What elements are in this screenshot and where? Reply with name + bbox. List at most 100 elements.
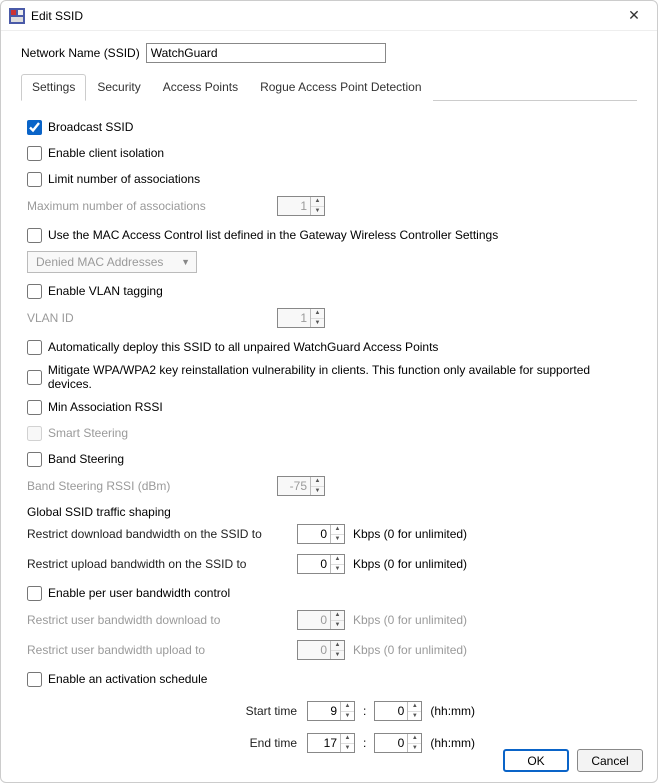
mitigate-wpa-checkbox[interactable] [27,370,42,385]
spin-up-icon[interactable]: ▲ [331,641,344,651]
spin-up-icon[interactable]: ▲ [331,555,344,565]
ok-button[interactable]: OK [503,749,569,772]
vlan-id-input[interactable] [278,309,310,327]
dl-label: Restrict download bandwidth on the SSID … [27,527,297,541]
close-icon[interactable]: ✕ [619,7,649,24]
user-dl-spin[interactable]: ▲▼ [297,610,345,630]
spin-up-icon[interactable]: ▲ [311,477,324,487]
spin-down-icon[interactable]: ▼ [341,712,354,721]
max-assoc-label: Maximum number of associations [27,199,277,213]
spin-up-icon[interactable]: ▲ [311,309,324,319]
spin-up-icon[interactable]: ▲ [331,525,344,535]
band-rssi-label: Band Steering RSSI (dBm) [27,479,277,493]
tab-rogue-detection[interactable]: Rogue Access Point Detection [249,74,432,101]
ul-suffix: Kbps (0 for unlimited) [353,557,467,571]
band-rssi-spin[interactable]: ▲▼ [277,476,325,496]
time-colon: : [363,736,366,750]
limit-assoc-label: Limit number of associations [48,172,200,186]
user-dl-input[interactable] [298,611,330,629]
vlan-tagging-label: Enable VLAN tagging [48,284,163,298]
mitigate-wpa-label: Mitigate WPA/WPA2 key reinstallation vul… [48,363,631,391]
start-time-label: Start time [27,704,307,718]
broadcast-ssid-label: Broadcast SSID [48,120,133,134]
spin-down-icon[interactable]: ▼ [341,744,354,753]
spin-down-icon[interactable]: ▼ [311,487,324,496]
tab-access-points[interactable]: Access Points [152,74,249,101]
spin-up-icon[interactable]: ▲ [341,734,354,744]
user-ul-input[interactable] [298,641,330,659]
start-mm-input[interactable] [375,702,407,720]
end-hh-input[interactable] [308,734,340,752]
time-colon: : [363,704,366,718]
activation-schedule-label: Enable an activation schedule [48,672,207,686]
app-icon [9,8,25,24]
user-ul-suffix: Kbps (0 for unlimited) [353,643,467,657]
broadcast-ssid-checkbox[interactable] [27,120,42,135]
band-rssi-input[interactable] [278,477,310,495]
spin-up-icon[interactable]: ▲ [331,611,344,621]
min-rssi-checkbox[interactable] [27,400,42,415]
ul-spin[interactable]: ▲▼ [297,554,345,574]
max-assoc-spin[interactable]: ▲▼ [277,196,325,216]
user-dl-label: Restrict user bandwidth download to [27,613,297,627]
ul-input[interactable] [298,555,330,573]
spin-up-icon[interactable]: ▲ [408,702,421,712]
end-time-label: End time [27,736,307,750]
dl-input[interactable] [298,525,330,543]
start-hhmm-suffix: (hh:mm) [430,704,475,718]
smart-steering-label: Smart Steering [48,426,128,440]
start-mm-spin[interactable]: ▲▼ [374,701,422,721]
auto-deploy-label: Automatically deploy this SSID to all un… [48,340,438,354]
ul-label: Restrict upload bandwidth on the SSID to [27,557,297,571]
spin-down-icon[interactable]: ▼ [331,565,344,574]
window-title: Edit SSID [31,9,619,23]
tab-security[interactable]: Security [86,74,151,101]
spin-down-icon[interactable]: ▼ [311,319,324,328]
user-ul-label: Restrict user bandwidth upload to [27,643,297,657]
spin-down-icon[interactable]: ▼ [408,712,421,721]
spin-down-icon[interactable]: ▼ [311,207,324,216]
ssid-label: Network Name (SSID) [21,46,140,60]
dialog-footer: OK Cancel [503,749,643,772]
auto-deploy-checkbox[interactable] [27,340,42,355]
end-hh-spin[interactable]: ▲▼ [307,733,355,753]
global-shaping-label: Global SSID traffic shaping [27,505,631,519]
mac-acl-checkbox[interactable] [27,228,42,243]
max-assoc-input[interactable] [278,197,310,215]
per-user-bw-label: Enable per user bandwidth control [48,586,230,600]
tabs: Settings Security Access Points Rogue Ac… [21,73,637,101]
chevron-down-icon: ▼ [181,257,190,267]
start-hh-spin[interactable]: ▲▼ [307,701,355,721]
start-hh-input[interactable] [308,702,340,720]
spin-down-icon[interactable]: ▼ [331,621,344,630]
vlan-id-spin[interactable]: ▲▼ [277,308,325,328]
mac-acl-label: Use the MAC Access Control list defined … [48,228,498,242]
ssid-input[interactable] [146,43,386,63]
cancel-button[interactable]: Cancel [577,749,643,772]
client-isolation-label: Enable client isolation [48,146,164,160]
per-user-bw-checkbox[interactable] [27,586,42,601]
spin-up-icon[interactable]: ▲ [408,734,421,744]
vlan-tagging-checkbox[interactable] [27,284,42,299]
client-isolation-checkbox[interactable] [27,146,42,161]
vlan-id-label: VLAN ID [27,311,277,325]
end-mm-spin[interactable]: ▲▼ [374,733,422,753]
mac-acl-combo[interactable]: Denied MAC Addresses ▼ [27,251,197,273]
tab-settings[interactable]: Settings [21,74,86,101]
titlebar: Edit SSID ✕ [1,1,657,31]
spin-up-icon[interactable]: ▲ [341,702,354,712]
band-steering-label: Band Steering [48,452,124,466]
user-dl-suffix: Kbps (0 for unlimited) [353,613,467,627]
dl-suffix: Kbps (0 for unlimited) [353,527,467,541]
band-steering-checkbox[interactable] [27,452,42,467]
spin-down-icon[interactable]: ▼ [331,651,344,660]
end-hhmm-suffix: (hh:mm) [430,736,475,750]
limit-assoc-checkbox[interactable] [27,172,42,187]
spin-up-icon[interactable]: ▲ [311,197,324,207]
dl-spin[interactable]: ▲▼ [297,524,345,544]
spin-down-icon[interactable]: ▼ [331,535,344,544]
user-ul-spin[interactable]: ▲▼ [297,640,345,660]
spin-down-icon[interactable]: ▼ [408,744,421,753]
end-mm-input[interactable] [375,734,407,752]
activation-schedule-checkbox[interactable] [27,672,42,687]
